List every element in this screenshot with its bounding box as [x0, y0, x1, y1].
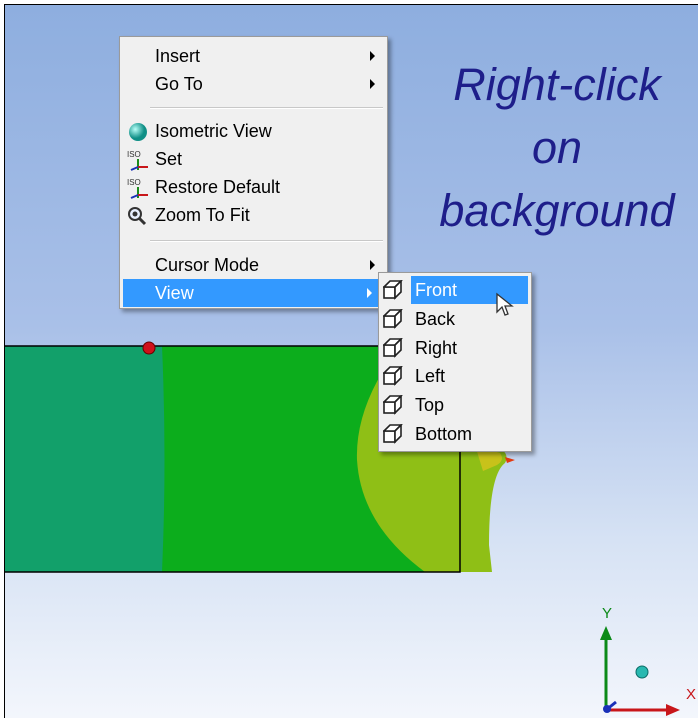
vertex-marker[interactable]: [142, 341, 156, 355]
menu-item-go-to[interactable]: Go To: [120, 70, 387, 98]
menu-item-isometric-view[interactable]: Isometric View: [120, 117, 387, 145]
left-view-cube-icon: [383, 366, 403, 387]
menu-item-set-label: Set: [155, 149, 183, 169]
view-submenu-item-bottom[interactable]: Bottom: [383, 420, 528, 448]
mouse-cursor-icon: [496, 292, 514, 316]
view-submenu-item-label: Left: [415, 366, 446, 387]
context-menu: Insert Go To Isometric View ISO Set ISO …: [119, 36, 388, 309]
menu-item-view-label: View: [155, 283, 194, 303]
model-teal-region: [5, 346, 166, 572]
isometric-view-icon: [129, 123, 147, 141]
svg-text:ISO: ISO: [127, 178, 141, 187]
y-axis-label: Y: [602, 605, 612, 622]
menu-item-cursor-mode[interactable]: Cursor Mode: [120, 251, 387, 279]
view-submenu-item-right[interactable]: Right: [383, 334, 528, 362]
model-tip-red: [505, 457, 515, 463]
submenu-arrow-icon: [370, 79, 375, 89]
menu-separator: [150, 240, 383, 242]
menu-item-view[interactable]: View: [123, 279, 384, 307]
submenu-arrow-icon: [367, 288, 372, 298]
caption-line-2: on: [531, 122, 583, 173]
view-submenu-item-label: Front: [415, 280, 458, 300]
menu-item-restore-default-label: Restore Default: [155, 177, 281, 197]
menu-separator: [150, 107, 383, 109]
instruction-caption: Right-click on background: [412, 53, 698, 242]
right-view-cube-icon: [383, 337, 403, 358]
caption-line-3: background: [439, 185, 675, 236]
front-view-cube-icon: [383, 280, 403, 300]
view-submenu-item-label: Right: [415, 337, 458, 358]
x-axis-arrow-icon: [666, 704, 680, 716]
coordinate-triad: Y X: [600, 605, 696, 716]
view-submenu-item-label: Top: [415, 395, 445, 416]
menu-item-restore-default[interactable]: ISO Restore Default: [120, 173, 387, 201]
menu-item-insert[interactable]: Insert: [120, 42, 387, 70]
y-axis-arrow-icon: [600, 626, 612, 640]
submenu-arrow-icon: [370, 51, 375, 61]
menu-item-isometric-view-label: Isometric View: [155, 121, 272, 141]
svg-text:ISO: ISO: [127, 150, 141, 159]
menu-item-set[interactable]: ISO Set: [120, 145, 387, 173]
view-submenu-item-label: Back: [415, 308, 456, 329]
submenu-arrow-icon: [370, 260, 375, 270]
view-submenu-item-label: Bottom: [415, 424, 473, 444]
isometric-ball-icon[interactable]: [635, 665, 649, 679]
graphics-viewport[interactable]: Right-click on background Y X Insert Go …: [4, 4, 698, 718]
view-submenu-item-left[interactable]: Left: [383, 362, 528, 390]
back-view-cube-icon: [383, 308, 403, 329]
menu-item-zoom-to-fit[interactable]: Zoom To Fit: [120, 201, 387, 229]
x-axis-label: X: [686, 686, 696, 703]
top-view-cube-icon: [383, 395, 403, 416]
iso-set-icon: ISO: [127, 150, 148, 171]
caption-line-1: Right-click: [453, 59, 661, 110]
iso-restore-icon: ISO: [127, 178, 148, 199]
menu-item-go-to-label: Go To: [155, 74, 203, 94]
zoom-to-fit-icon: [128, 207, 147, 226]
menu-item-insert-label: Insert: [155, 46, 201, 66]
bottom-view-cube-icon: [383, 424, 403, 444]
view-submenu-item-top[interactable]: Top: [383, 391, 528, 419]
menu-item-cursor-mode-label: Cursor Mode: [155, 255, 260, 275]
menu-item-zoom-to-fit-label: Zoom To Fit: [155, 205, 250, 225]
z-axis-marker: [603, 705, 611, 713]
